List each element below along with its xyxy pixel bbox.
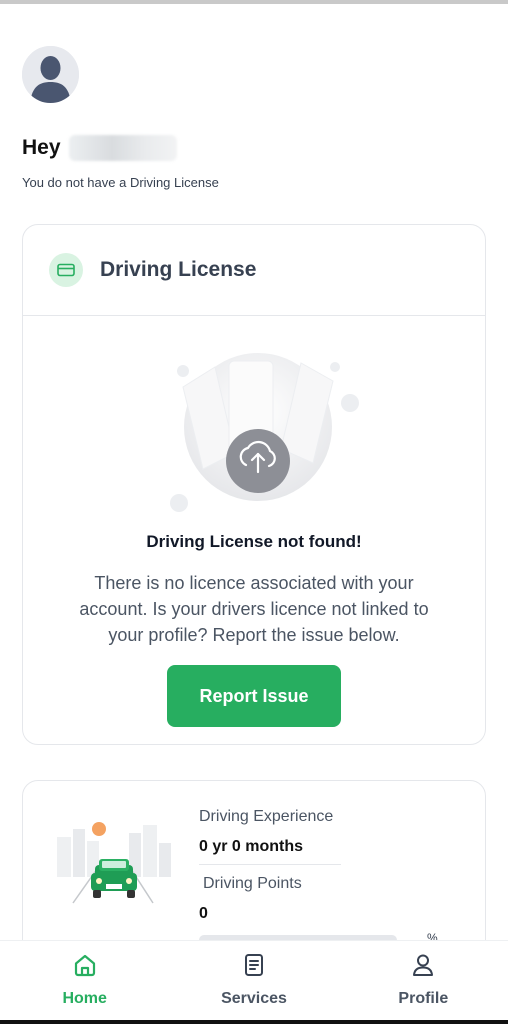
- driving-points-value: 0: [199, 905, 208, 922]
- nav-item-profile[interactable]: Profile: [339, 941, 508, 1020]
- driving-experience-value: 0 yr 0 months: [199, 838, 304, 855]
- driving-points-label: Driving Points: [203, 875, 302, 892]
- license-status-text: You do not have a Driving License: [22, 175, 219, 190]
- user-avatar-icon: [22, 46, 79, 103]
- nav-label-home: Home: [62, 990, 107, 1007]
- bottom-navigation: Home Services Profile: [0, 940, 508, 1020]
- home-icon: [71, 951, 99, 979]
- driving-license-title: Driving License: [100, 258, 257, 281]
- nav-label-profile: Profile: [398, 990, 449, 1007]
- nav-item-home[interactable]: Home: [0, 941, 169, 1020]
- nav-item-services[interactable]: Services: [169, 941, 338, 1020]
- no-license-illustration: [163, 345, 363, 515]
- car-illustration: [53, 817, 173, 907]
- status-bar-divider: [0, 0, 508, 4]
- not-found-title: Driving License not found!: [146, 532, 362, 551]
- id-card-icon: [49, 253, 83, 287]
- person-icon: [409, 951, 437, 979]
- driving-license-card: Driving License Driving License not foun…: [22, 224, 486, 745]
- driving-experience-label: Driving Experience: [199, 808, 334, 825]
- greeting: Hey: [22, 134, 177, 162]
- report-issue-button[interactable]: Report Issue: [167, 665, 341, 727]
- user-name-redacted: [68, 135, 177, 161]
- nav-label-services: Services: [221, 990, 287, 1007]
- avatar[interactable]: [22, 46, 79, 103]
- not-found-description: There is no licence associated with your…: [79, 573, 429, 645]
- driving-license-card-header: Driving License: [23, 225, 485, 316]
- divider: [199, 864, 341, 865]
- greeting-hey: Hey: [22, 136, 61, 159]
- document-icon: [240, 951, 268, 979]
- system-nav-bar: [0, 1020, 508, 1024]
